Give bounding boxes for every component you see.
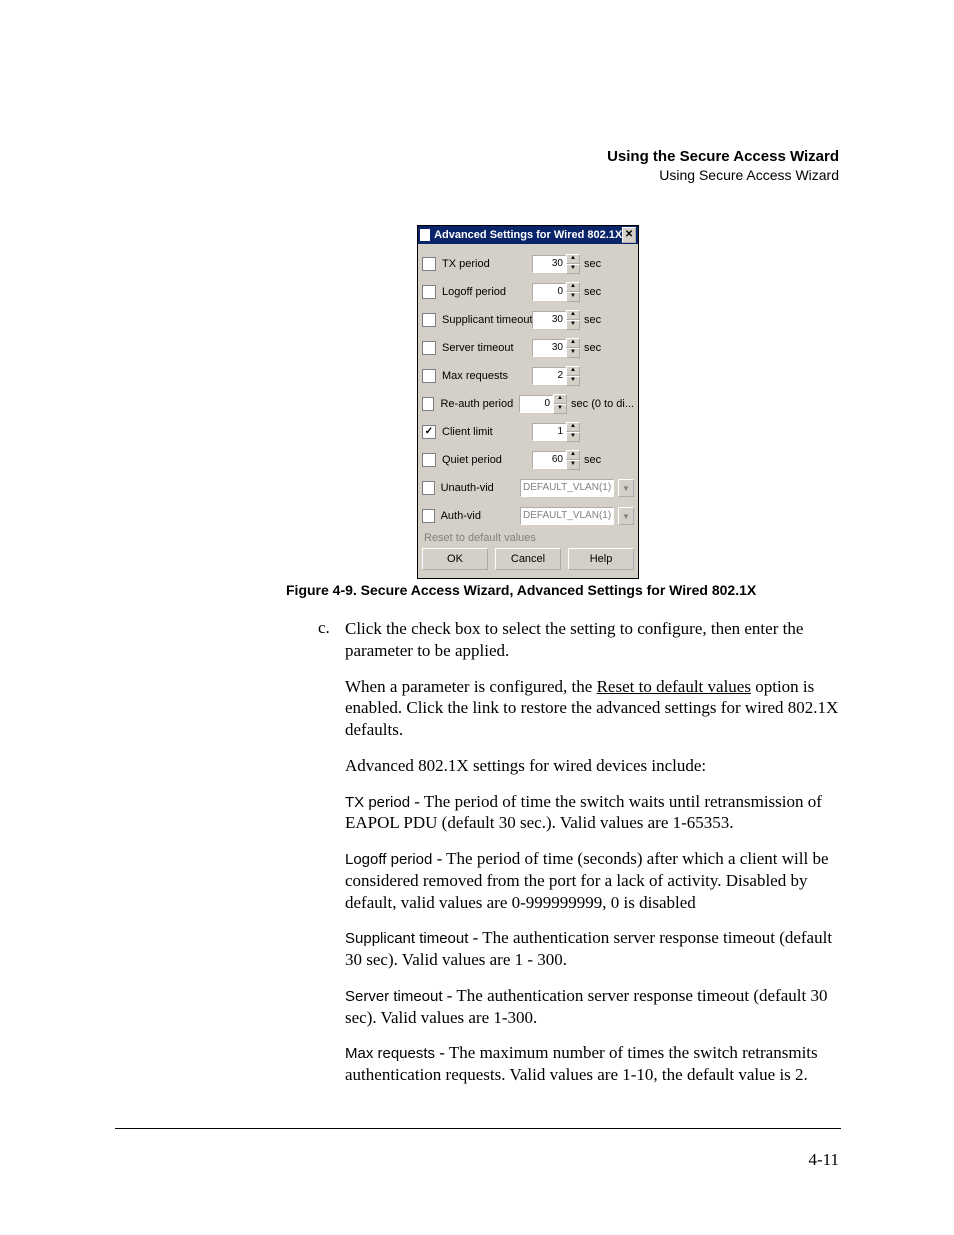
page-number: 4-11 [808, 1150, 839, 1170]
spin-down-icon[interactable]: ▼ [566, 320, 580, 330]
label-server-timeout: Server timeout [442, 342, 532, 354]
checkbox-max-requests[interactable] [422, 369, 436, 383]
runhead-subtitle: Using Secure Access Wizard [607, 167, 839, 183]
unit-supp: sec [584, 314, 601, 326]
para-2: When a parameter is configured, the Rese… [345, 676, 845, 741]
checkbox-client-limit[interactable] [422, 425, 436, 439]
checkbox-reauth-period[interactable] [422, 397, 434, 411]
unit-reauth: sec (0 to di... [571, 398, 634, 410]
checkbox-quiet-period[interactable] [422, 453, 436, 467]
dialog-body: TX period 30 ▲ ▼ sec Logoff period 0 ▲ ▼… [418, 244, 638, 578]
spinner-client-limit[interactable]: 1 ▲ ▼ [532, 422, 580, 442]
label-auth-vid: Auth-vid [441, 510, 520, 522]
label-supplicant-timeout: Supplicant timeout [442, 314, 532, 326]
checkbox-tx-period[interactable] [422, 257, 436, 271]
spin-up-icon[interactable]: ▲ [566, 310, 580, 320]
running-head: Using the Secure Access Wizard Using Sec… [607, 148, 839, 183]
spin-up-icon[interactable]: ▲ [566, 254, 580, 264]
label-tx-period: TX period [442, 258, 532, 270]
spin-up-icon[interactable]: ▲ [566, 338, 580, 348]
spinner-logoff-period[interactable]: 0 ▲ ▼ [532, 282, 580, 302]
spin-up-icon[interactable]: ▲ [566, 450, 580, 460]
checkbox-supplicant-timeout[interactable] [422, 313, 436, 327]
spin-down-icon[interactable]: ▼ [566, 264, 580, 274]
label-max-requests: Max requests [442, 370, 532, 382]
label-reauth-period: Re-auth period [440, 398, 519, 410]
spin-down-icon[interactable]: ▼ [553, 404, 567, 414]
para-logoff: Logoff period - The period of time (seco… [345, 848, 845, 913]
reset-link-inline: Reset to default values [597, 677, 751, 696]
spin-up-icon[interactable]: ▲ [566, 366, 580, 376]
row-reauth-period: Re-auth period 0 ▲ ▼ sec (0 to di... [422, 392, 634, 416]
row-supplicant-timeout: Supplicant timeout 30 ▲ ▼ sec [422, 308, 634, 332]
para-supp: Supplicant timeout - The authentication … [345, 927, 845, 971]
body-text: Click the check box to select the settin… [345, 618, 845, 1100]
spin-down-icon[interactable]: ▼ [566, 348, 580, 358]
checkbox-unauth-vid[interactable] [422, 481, 435, 495]
unit-quiet: sec [584, 454, 601, 466]
unit-server: sec [584, 342, 601, 354]
row-tx-period: TX period 30 ▲ ▼ sec [422, 252, 634, 276]
window-icon [420, 229, 430, 241]
list-marker-c: c. [318, 618, 330, 638]
row-server-timeout: Server timeout 30 ▲ ▼ sec [422, 336, 634, 360]
ok-button[interactable]: OK [422, 548, 488, 570]
spin-down-icon[interactable]: ▼ [566, 376, 580, 386]
spinner-supplicant-timeout[interactable]: 30 ▲ ▼ [532, 310, 580, 330]
unit-tx: sec [584, 258, 601, 270]
spinner-max-requests[interactable]: 2 ▲ ▼ [532, 366, 580, 386]
chevron-down-icon[interactable]: ▼ [618, 507, 634, 525]
checkbox-auth-vid[interactable] [422, 509, 435, 523]
footer-rule [115, 1128, 841, 1129]
dialog-title: Advanced Settings for Wired 802.1X [434, 229, 622, 241]
checkbox-logoff-period[interactable] [422, 285, 436, 299]
label-quiet-period: Quiet period [442, 454, 532, 466]
dialog-button-row: OK Cancel Help [422, 548, 634, 570]
dialog-titlebar: Advanced Settings for Wired 802.1X ✕ [418, 226, 638, 244]
row-client-limit: Client limit 1 ▲ ▼ [422, 420, 634, 444]
spin-up-icon[interactable]: ▲ [553, 394, 567, 404]
row-max-requests: Max requests 2 ▲ ▼ [422, 364, 634, 388]
advanced-settings-dialog: Advanced Settings for Wired 802.1X ✕ TX … [417, 225, 639, 579]
spin-down-icon[interactable]: ▼ [566, 432, 580, 442]
combo-auth-vid[interactable]: DEFAULT_VLAN(1) ▼ [520, 507, 634, 525]
row-quiet-period: Quiet period 60 ▲ ▼ sec [422, 448, 634, 472]
para-server: Server timeout - The authentication serv… [345, 985, 845, 1029]
unit-logoff: sec [584, 286, 601, 298]
row-logoff-period: Logoff period 0 ▲ ▼ sec [422, 280, 634, 304]
label-unauth-vid: Unauth-vid [441, 482, 520, 494]
para-1: Click the check box to select the settin… [345, 618, 845, 662]
spinner-quiet-period[interactable]: 60 ▲ ▼ [532, 450, 580, 470]
figure-caption: Figure 4-9. Secure Access Wizard, Advanc… [286, 582, 756, 598]
spin-up-icon[interactable]: ▲ [566, 282, 580, 292]
spinner-tx-period[interactable]: 30 ▲ ▼ [532, 254, 580, 274]
spin-up-icon[interactable]: ▲ [566, 422, 580, 432]
spin-down-icon[interactable]: ▼ [566, 460, 580, 470]
help-button[interactable]: Help [568, 548, 634, 570]
spinner-server-timeout[interactable]: 30 ▲ ▼ [532, 338, 580, 358]
para-3: Advanced 802.1X settings for wired devic… [345, 755, 845, 777]
spinner-reauth-period[interactable]: 0 ▲ ▼ [519, 394, 567, 414]
reset-to-defaults-link[interactable]: Reset to default values [424, 532, 634, 544]
label-logoff-period: Logoff period [442, 286, 532, 298]
para-tx: TX period - The period of time the switc… [345, 791, 845, 835]
label-client-limit: Client limit [442, 426, 532, 438]
close-icon[interactable]: ✕ [622, 227, 636, 243]
spin-down-icon[interactable]: ▼ [566, 292, 580, 302]
chevron-down-icon[interactable]: ▼ [618, 479, 634, 497]
para-max: Max requests - The maximum number of tim… [345, 1042, 845, 1086]
row-auth-vid: Auth-vid DEFAULT_VLAN(1) ▼ [422, 504, 634, 528]
runhead-title: Using the Secure Access Wizard [607, 148, 839, 165]
checkbox-server-timeout[interactable] [422, 341, 436, 355]
cancel-button[interactable]: Cancel [495, 548, 561, 570]
row-unauth-vid: Unauth-vid DEFAULT_VLAN(1) ▼ [422, 476, 634, 500]
combo-unauth-vid[interactable]: DEFAULT_VLAN(1) ▼ [520, 479, 634, 497]
